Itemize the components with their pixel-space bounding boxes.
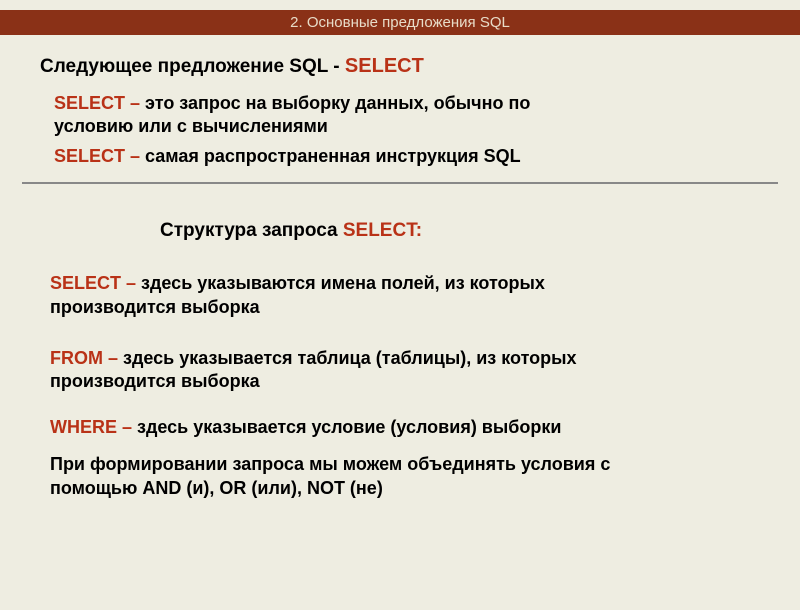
definition-1: SELECT – это запрос на выборку данных, о…	[54, 92, 614, 139]
definition-2: SELECT – самая распространенная инструкц…	[54, 145, 614, 168]
structure-title: Структура запроса SELECT:	[160, 220, 760, 242]
clause-keyword: WHERE –	[50, 417, 137, 437]
clause-from: FROM – здесь указывается таблица (таблиц…	[50, 347, 670, 394]
intro-line: Следующее предложение SQL - SELECT	[40, 55, 760, 78]
divider	[22, 182, 778, 184]
clause-keyword: FROM –	[50, 348, 123, 368]
intro-keyword: SELECT	[345, 55, 424, 77]
structure-title-prefix: Структура запроса	[160, 220, 343, 241]
intro-prefix: Следующее предложение SQL -	[40, 56, 345, 77]
slide-header: 2. Основные предложения SQL	[0, 10, 800, 35]
clause-where: WHERE – здесь указывается условие (услов…	[50, 416, 670, 439]
structure-title-keyword: SELECT:	[343, 220, 422, 241]
definition-keyword: SELECT –	[54, 93, 145, 113]
clause-keyword: SELECT –	[50, 273, 141, 293]
combining-note: При формировании запроса мы можем объеди…	[50, 453, 690, 500]
clause-text: здесь указывается таблица (таблицы), из …	[50, 348, 577, 391]
clause-select: SELECT – здесь указываются имена полей, …	[50, 272, 670, 319]
clause-text: здесь указывается условие (условия) выбо…	[137, 417, 561, 437]
slide-content: Следующее предложение SQL - SELECT SELEC…	[0, 55, 800, 500]
definition-keyword: SELECT –	[54, 146, 145, 166]
definition-text: самая распространенная инструкция SQL	[145, 146, 521, 166]
